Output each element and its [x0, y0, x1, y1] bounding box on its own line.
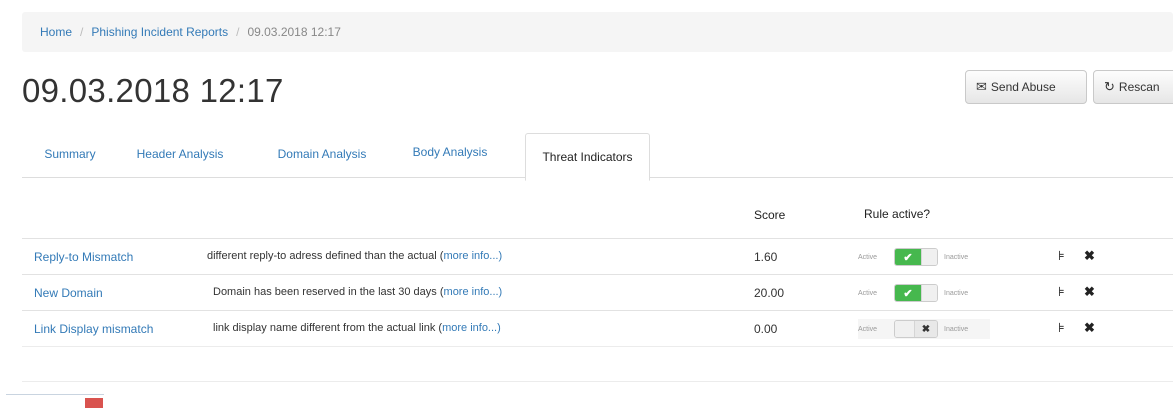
footer-divider — [6, 394, 104, 395]
x-icon: ✖ — [915, 321, 937, 337]
table-row: New Domain Domain has been reserved in t… — [22, 274, 1173, 311]
page-title: 09.03.2018 12:17 — [22, 72, 284, 109]
toggle-track: ✔ — [894, 248, 938, 266]
rescan-button[interactable]: ↻ Rescan — [1093, 70, 1173, 104]
more-info-link[interactable]: more info...) — [442, 322, 501, 334]
column-header-score: Score — [754, 208, 786, 222]
toggle-track: ✔ — [894, 284, 938, 302]
rule-active-toggle[interactable]: Active ✔ Inactive — [858, 247, 990, 267]
indicator-name[interactable]: New Domain — [34, 286, 103, 300]
breadcrumb-separator: / — [80, 25, 84, 39]
toggle-off-label: Inactive — [944, 325, 969, 333]
toggle-on-label: Active — [858, 289, 878, 297]
toggle-knob — [895, 321, 915, 337]
indicator-score: 0.00 — [754, 322, 778, 336]
tab-summary[interactable]: Summary — [30, 130, 110, 177]
tab-body-analysis[interactable]: Body Analysis — [400, 128, 500, 175]
description-text: link display name different from the act… — [213, 322, 443, 334]
toggle-knob — [921, 285, 937, 301]
footer-widget[interactable] — [85, 398, 103, 408]
send-abuse-button[interactable]: ✉ Send Abuse — [965, 70, 1087, 104]
indicator-description: different reply-to adress defined than t… — [207, 250, 502, 262]
toggle-knob — [921, 249, 937, 265]
refresh-icon: ↻ — [1104, 79, 1115, 94]
indicator-name[interactable]: Reply-to Mismatch — [34, 250, 133, 264]
breadcrumb-reports[interactable]: Phishing Incident Reports — [91, 25, 228, 39]
breadcrumb-separator: / — [236, 25, 240, 39]
tab-threat-indicators[interactable]: Threat Indicators — [525, 133, 650, 181]
breadcrumb-home[interactable]: Home — [40, 25, 72, 39]
rescan-label: Rescan — [1118, 80, 1160, 94]
indicator-description: link display name different from the act… — [213, 322, 501, 334]
indicator-description: Domain has been reserved in the last 30 … — [213, 286, 502, 298]
rule-active-toggle[interactable]: Active ✔ Inactive — [858, 283, 990, 303]
breadcrumb-current: 09.03.2018 12:17 — [247, 25, 341, 39]
rule-active-toggle[interactable]: Active ✖ Inactive — [858, 319, 990, 339]
tab-header-analysis[interactable]: Header Analysis — [120, 130, 240, 177]
delete-icon[interactable]: ✖ — [1084, 248, 1095, 264]
table-footer — [22, 346, 1173, 382]
column-header-rule-active: Rule active? — [864, 207, 931, 221]
delete-icon[interactable]: ✖ — [1084, 284, 1095, 300]
send-abuse-label: Send Abuse — [990, 80, 1056, 94]
more-info-link[interactable]: more info...) — [443, 250, 502, 262]
more-info-link[interactable]: more info...) — [444, 286, 503, 298]
tab-domain-analysis[interactable]: Domain Analysis — [262, 130, 382, 177]
description-text: different reply-to adress defined than t… — [207, 250, 444, 262]
toggle-off-label: Inactive — [944, 289, 969, 297]
indicator-score: 20.00 — [754, 286, 785, 300]
indicator-score: 1.60 — [754, 250, 778, 264]
breadcrumb: Home / Phishing Incident Reports / 09.03… — [22, 12, 1173, 52]
table-row: Reply-to Mismatch different reply-to adr… — [22, 238, 1173, 275]
edit-rule-icon[interactable]: ⊧ — [1058, 284, 1065, 300]
envelope-icon: ✉ — [976, 79, 987, 94]
description-text: Domain has been reserved in the last 30 … — [213, 286, 444, 298]
toggle-off-label: Inactive — [944, 253, 969, 261]
check-icon: ✔ — [895, 249, 921, 265]
toggle-on-label: Active — [858, 253, 878, 261]
toggle-on-label: Active — [858, 325, 878, 333]
table-row: Link Display mismatch link display name … — [22, 310, 1173, 347]
tab-bar: Summary Header Analysis Domain Analysis … — [22, 128, 1173, 181]
edit-rule-icon[interactable]: ⊧ — [1058, 320, 1065, 336]
edit-rule-icon[interactable]: ⊧ — [1058, 248, 1065, 264]
check-icon: ✔ — [895, 285, 921, 301]
indicator-name[interactable]: Link Display mismatch — [34, 322, 153, 336]
delete-icon[interactable]: ✖ — [1084, 320, 1095, 336]
toggle-track: ✖ — [894, 320, 938, 338]
